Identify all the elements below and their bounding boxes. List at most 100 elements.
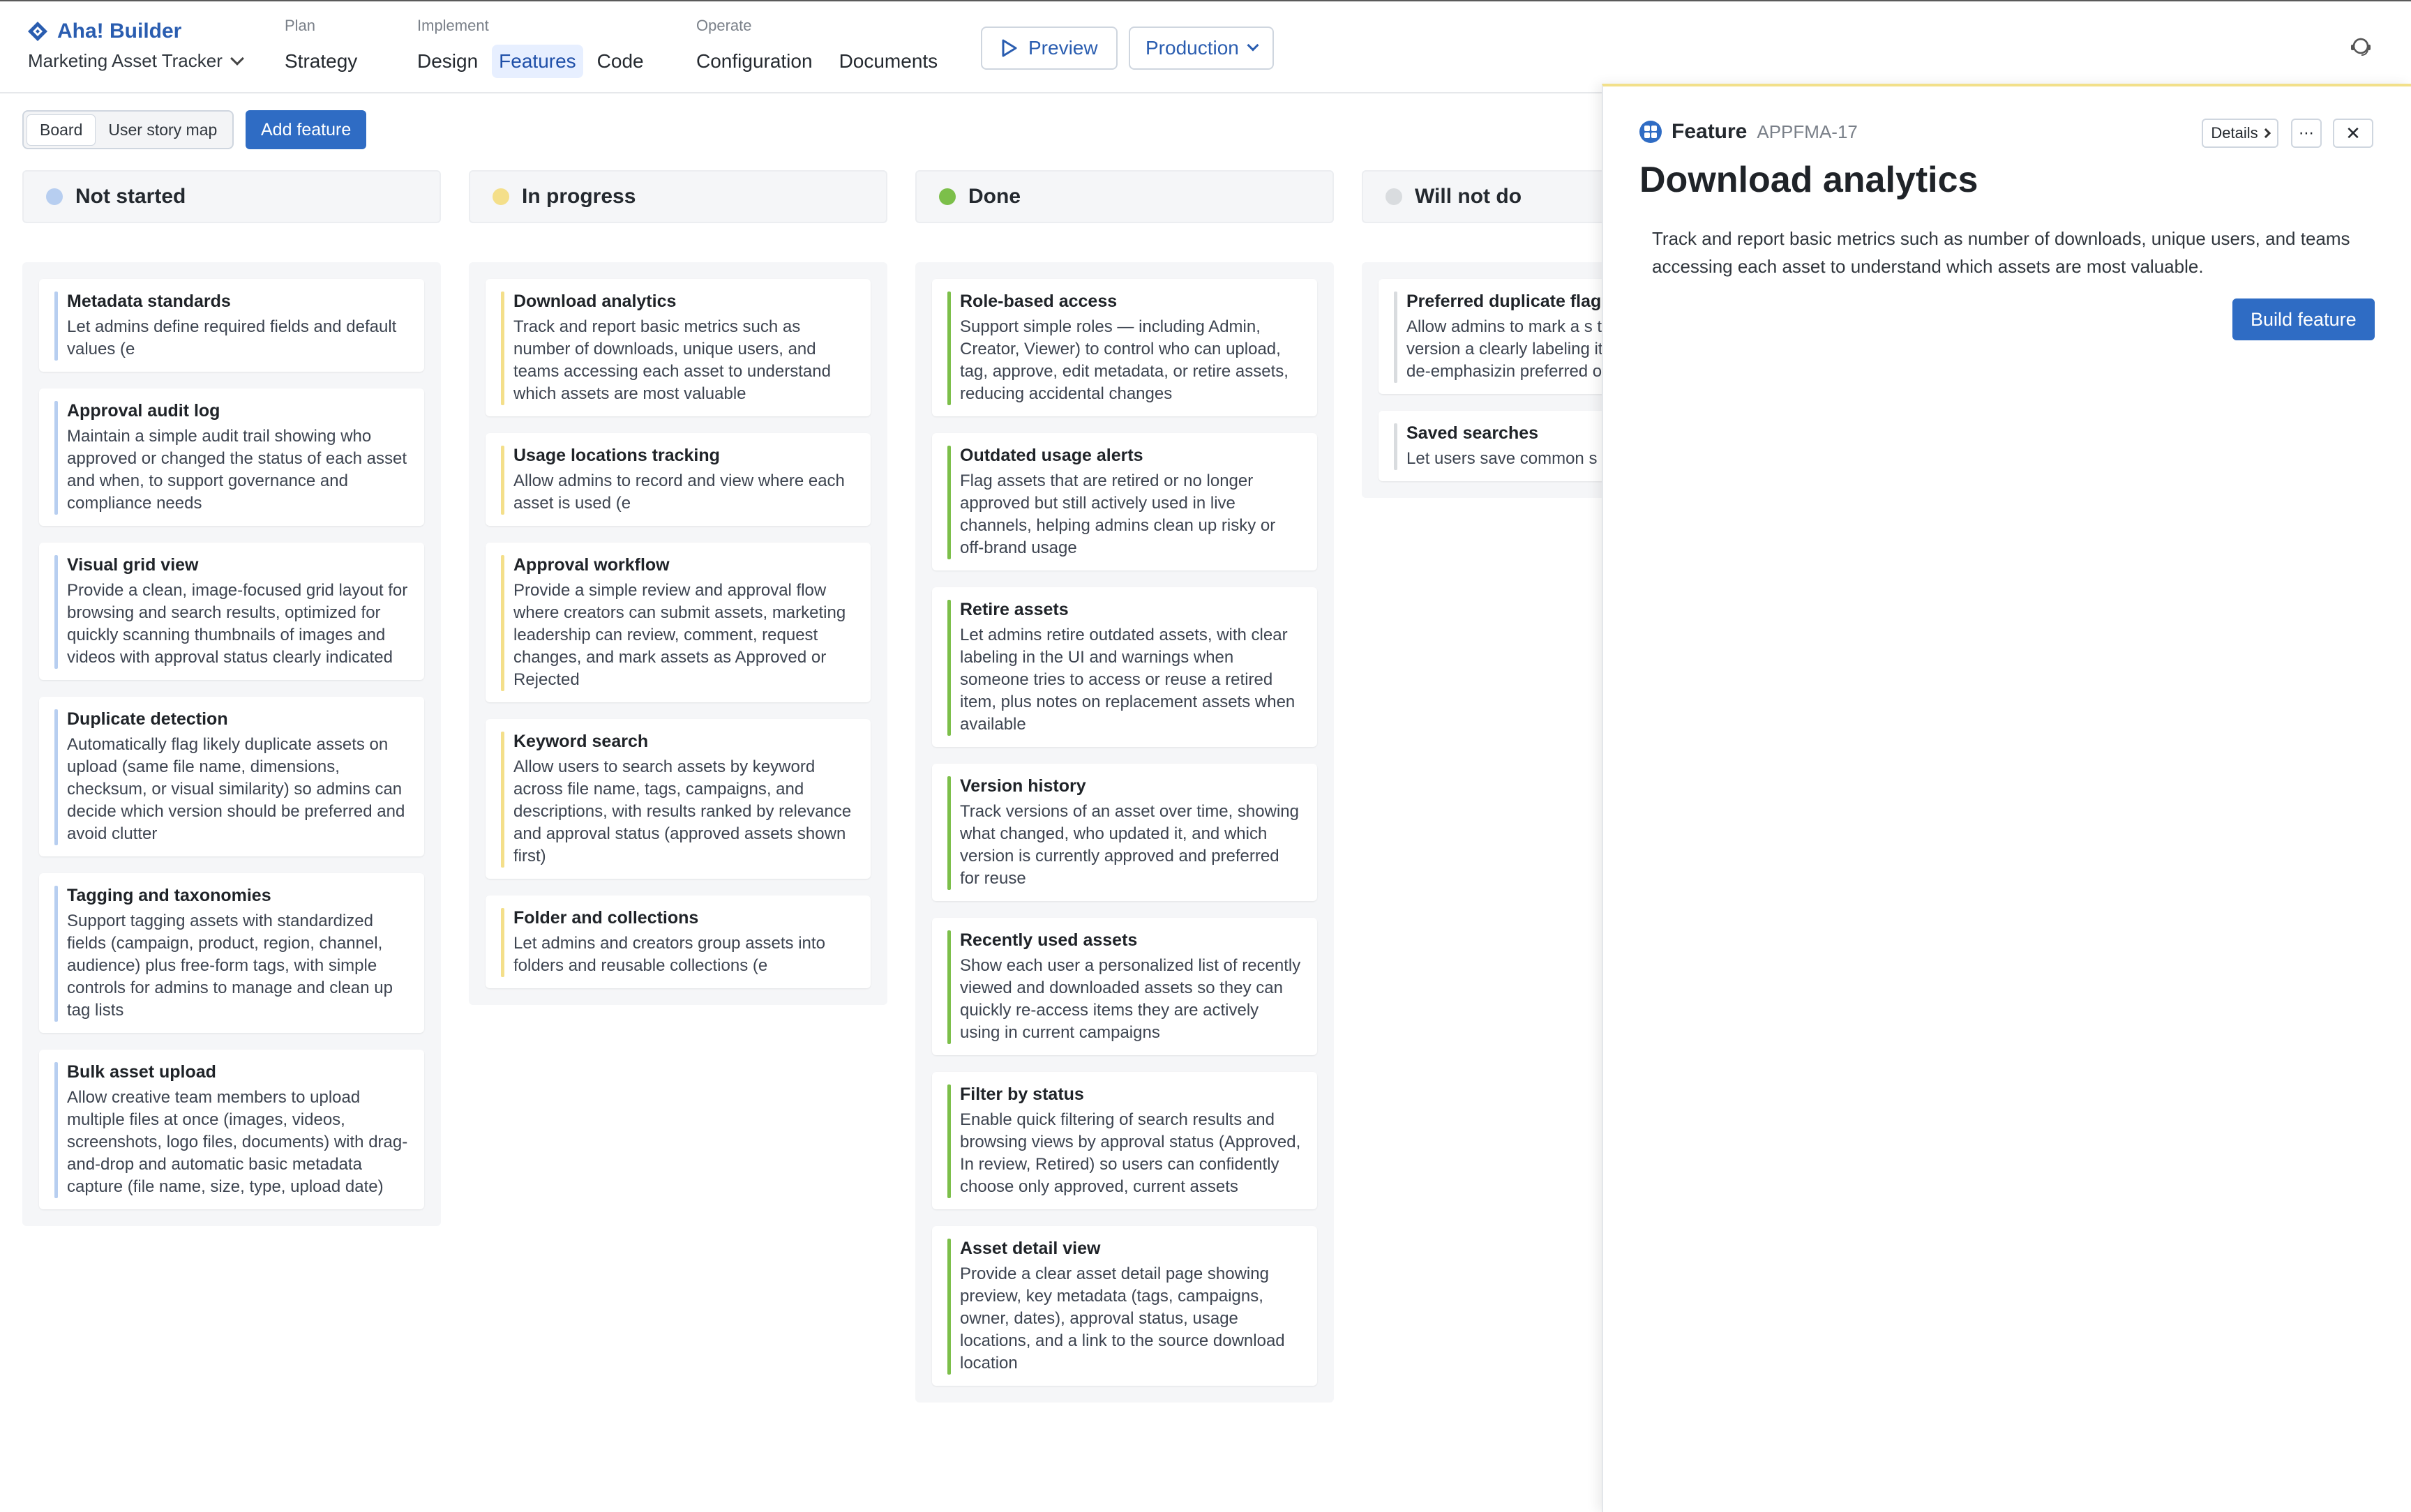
view-toggle: Board User story map <box>22 110 234 149</box>
column-title: Will not do <box>1415 185 1522 208</box>
chevron-down-icon <box>230 51 244 66</box>
nav-group-implement: Implement Design Features Code <box>417 17 651 78</box>
card-description: Let admins and creators group assets int… <box>513 934 825 975</box>
feature-card[interactable]: Visual grid view Provide a clean, image-f… <box>39 543 424 680</box>
card-description: Let admins define required fields and de… <box>67 317 397 358</box>
workspace-name: Marketing Asset Tracker <box>28 50 223 71</box>
view-board[interactable]: Board <box>27 114 96 146</box>
more-options-icon[interactable]: ⋯ <box>2291 119 2322 148</box>
card-title: Approval audit log <box>67 401 220 421</box>
feature-card[interactable]: Usage locations tracking Allow admins to … <box>486 433 871 526</box>
card-description: Allow users to search assets by keyword … <box>513 757 852 865</box>
chevron-right-icon <box>2260 128 2271 139</box>
feature-card[interactable]: Recently used assets Show each user a per… <box>932 918 1317 1055</box>
add-feature-button[interactable]: Add feature <box>246 110 367 149</box>
column-title: Not started <box>75 185 186 208</box>
feature-card[interactable]: Filter by status Enable quick filtering o… <box>932 1072 1317 1209</box>
close-icon[interactable]: ✕ <box>2333 119 2373 148</box>
feature-card[interactable]: Metadata standards Let admins define requ… <box>39 279 424 372</box>
play-icon <box>1002 39 1017 57</box>
nav-group-plan: Plan Strategy <box>285 17 364 78</box>
environment-label: Production <box>1146 37 1239 59</box>
preview-label: Preview <box>1028 37 1098 59</box>
chevron-down-icon <box>1247 39 1259 52</box>
card-description: Support simple roles — including Admin, … <box>960 317 1289 403</box>
workspace-selector[interactable]: Marketing Asset Tracker <box>28 50 244 72</box>
record-reference[interactable]: APPFMA-17 <box>1757 121 1858 143</box>
help-icon[interactable] <box>2348 33 2373 59</box>
feature-title[interactable]: Download analytics <box>1639 159 1978 201</box>
feature-card[interactable]: Bulk asset upload Allow creative team mem… <box>39 1050 424 1209</box>
details-label: Details <box>2211 124 2258 142</box>
environment-selector[interactable]: Production <box>1129 27 1274 70</box>
column-header-not-started: Not started <box>22 170 441 223</box>
nav-item-strategy[interactable]: Strategy <box>278 45 364 78</box>
status-dot <box>46 188 63 205</box>
card-title: Keyword search <box>513 732 649 751</box>
card-title: Folder and collections <box>513 908 699 928</box>
card-description: Allow admins to record and view where ea… <box>513 471 845 513</box>
card-title: Tagging and taxonomies <box>67 886 271 905</box>
feature-detail-drawer: Feature APPFMA-17 Details ⋯ ✕ Download a… <box>1602 84 2411 1512</box>
details-button[interactable]: Details <box>2202 119 2278 148</box>
feature-card[interactable]: Asset detail view Provide a clear asset d… <box>932 1226 1317 1386</box>
feature-card[interactable]: Download analytics Track and report basic… <box>486 279 871 416</box>
card-description: Track versions of an asset over time, sh… <box>960 802 1299 888</box>
nav-item-design[interactable]: Design <box>410 45 485 78</box>
column-not-started: Metadata standards Let admins define requ… <box>22 262 441 1226</box>
nav-item-code[interactable]: Code <box>590 45 651 78</box>
feature-card[interactable]: Keyword search Allow users to search asse… <box>486 719 871 879</box>
card-title: Usage locations tracking <box>513 446 720 465</box>
view-user-story-map[interactable]: User story map <box>96 115 230 145</box>
feature-icon <box>1639 121 1662 143</box>
status-dot <box>939 188 956 205</box>
feature-card[interactable]: Outdated usage alerts Flag assets that ar… <box>932 433 1317 570</box>
status-dot <box>1385 188 1402 205</box>
column-title: In progress <box>522 185 636 208</box>
nav-item-configuration[interactable]: Configuration <box>689 45 820 78</box>
top-navigation: Aha! Builder Marketing Asset Tracker Pla… <box>0 0 2411 93</box>
nav-group-label: Implement <box>417 17 489 34</box>
card-description: Show each user a personalized list of re… <box>960 956 1301 1042</box>
status-dot <box>493 188 509 205</box>
card-description: Track and report basic metrics such as n… <box>513 317 831 403</box>
card-description: Allow creative team members to upload mu… <box>67 1088 408 1196</box>
card-description: Enable quick filtering of search results… <box>960 1110 1301 1196</box>
column-header-in-progress: In progress <box>469 170 887 223</box>
aha-logo-icon <box>28 22 47 41</box>
card-title: Retire assets <box>960 600 1069 619</box>
card-title: Filter by status <box>960 1084 1084 1104</box>
card-title: Role-based access <box>960 292 1118 311</box>
feature-card[interactable]: Tagging and taxonomies Support tagging as… <box>39 873 424 1033</box>
feature-card[interactable]: Approval audit log Maintain a simple audi… <box>39 388 424 526</box>
card-title: Bulk asset upload <box>67 1062 216 1082</box>
brand[interactable]: Aha! Builder <box>27 20 181 43</box>
brand-name: Aha! Builder <box>57 20 182 43</box>
card-description: Flag assets that are retired or no longe… <box>960 471 1276 557</box>
column-done: Role-based access Support simple roles — … <box>915 262 1334 1403</box>
feature-card[interactable]: Version history Track versions of an asse… <box>932 764 1317 901</box>
nav-item-features[interactable]: Features <box>492 45 583 78</box>
column-in-progress: Download analytics Track and report basic… <box>469 262 887 1005</box>
drawer-header: Feature APPFMA-17 <box>1639 120 1858 144</box>
card-title: Outdated usage alerts <box>960 446 1143 465</box>
card-title: Recently used assets <box>960 930 1138 950</box>
card-title: Approval workflow <box>513 555 670 575</box>
feature-card[interactable]: Retire assets Let admins retire outdated … <box>932 587 1317 747</box>
build-feature-button[interactable]: Build feature <box>2232 298 2375 340</box>
feature-card[interactable]: Duplicate detection Automatically flag li… <box>39 697 424 856</box>
feature-card[interactable]: Approval workflow Provide a simple review… <box>486 543 871 702</box>
feature-description[interactable]: Track and report basic metrics such as n… <box>1652 225 2378 280</box>
nav-group-label: Operate <box>696 17 752 34</box>
nav-item-documents[interactable]: Documents <box>832 45 945 78</box>
feature-card[interactable]: Folder and collections Let admins and cre… <box>486 895 871 988</box>
nav-group-operate: Operate Configuration Documents <box>696 17 945 78</box>
card-title: Duplicate detection <box>67 709 228 729</box>
feature-card[interactable]: Role-based access Support simple roles — … <box>932 279 1317 416</box>
card-title: Visual grid view <box>67 555 199 575</box>
preview-button[interactable]: Preview <box>981 27 1118 70</box>
card-description: Support tagging assets with standardized… <box>67 912 393 1020</box>
nav-group-label: Plan <box>285 17 316 34</box>
card-title: Metadata standards <box>67 292 231 311</box>
record-type: Feature <box>1672 120 1748 143</box>
